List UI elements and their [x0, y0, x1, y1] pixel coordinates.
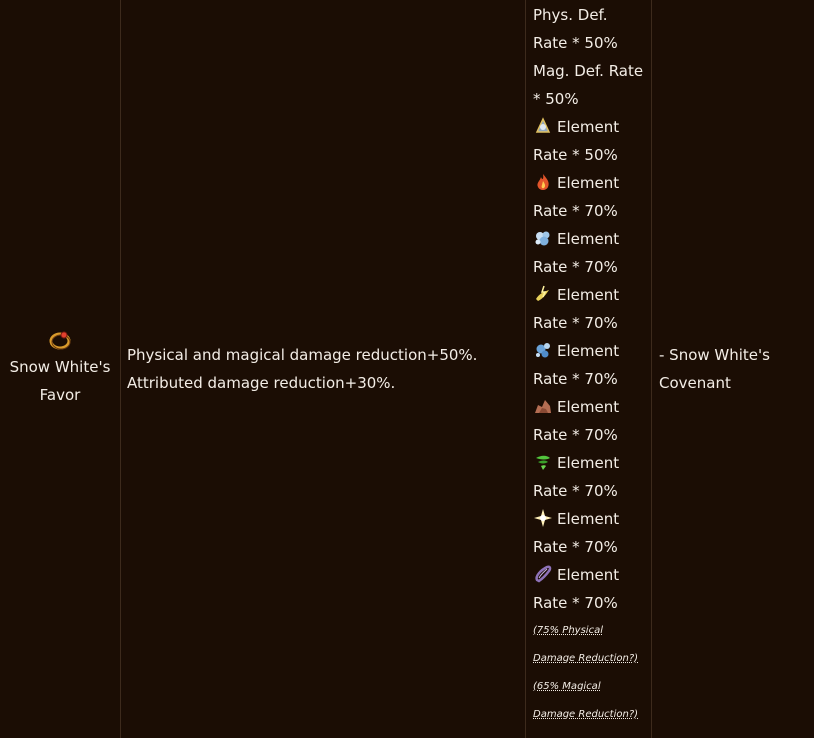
element-line: Element — [533, 281, 645, 309]
element-rate: Rate * 70% — [533, 370, 618, 388]
element-label: Element — [557, 454, 620, 472]
dark-element-icon — [535, 565, 552, 583]
stat-line: * 50% — [533, 90, 579, 108]
element-label: Element — [557, 118, 620, 136]
ice-element-icon — [536, 343, 550, 358]
reduction-note: (75% Physical — [533, 625, 603, 636]
stat-line: Phys. Def. — [533, 6, 608, 24]
neutral-element-icon — [535, 117, 551, 133]
element-line: Element — [533, 337, 645, 365]
item-effects-table: Snow White's Favor Physical and magical … — [0, 0, 814, 738]
holy-element-icon — [534, 509, 552, 527]
source-line-1: - Snow White's — [659, 346, 770, 364]
element-rate: Rate * 70% — [533, 538, 618, 556]
element-line: Element — [533, 393, 645, 421]
reduction-note: (65% Magical — [533, 681, 601, 692]
element-rate: Rate * 70% — [533, 426, 618, 444]
reduction-note: Damage Reduction?) — [533, 709, 639, 720]
element-label: Element — [557, 342, 620, 360]
item-name-line-1: Snow White's — [9, 358, 111, 376]
element-line: Element — [533, 225, 645, 253]
stat-line: Mag. Def. Rate — [533, 62, 644, 80]
element-label: Element — [557, 174, 620, 192]
description-line-1: Physical and magical damage reduction+50… — [127, 346, 478, 364]
element-rate: Rate * 70% — [533, 314, 618, 332]
element-label: Element — [557, 286, 620, 304]
element-rate: Rate * 70% — [533, 258, 618, 276]
element-line: Element — [533, 561, 645, 589]
poison-element-icon — [536, 455, 550, 470]
element-label: Element — [557, 566, 620, 584]
element-rate: Rate * 50% — [533, 146, 618, 164]
element-line: Element — [533, 505, 645, 533]
element-label: Element — [557, 510, 620, 528]
description-line-2: Attributed damage reduction+30%. — [127, 374, 396, 392]
item-name-cell: Snow White's Favor — [0, 0, 121, 738]
element-line: Element — [533, 449, 645, 477]
element-rate: Rate * 70% — [533, 594, 618, 612]
element-line: Element — [533, 169, 645, 197]
fire-element-icon — [537, 174, 549, 190]
element-rate: Rate * 70% — [533, 202, 618, 220]
reduction-note: Damage Reduction?) — [533, 653, 639, 664]
stat-line: Rate * 50% — [533, 34, 618, 52]
item-name-line-2: Favor — [39, 386, 81, 404]
element-rate: Rate * 70% — [533, 482, 618, 500]
item-source-cell: - Snow White's Covenant — [652, 0, 814, 738]
element-label: Element — [557, 398, 620, 416]
water-element-icon — [535, 231, 550, 246]
wind-element-icon — [536, 285, 549, 301]
element-label: Element — [557, 230, 620, 248]
element-line: Element — [533, 113, 645, 141]
item-description-cell: Physical and magical damage reduction+50… — [121, 0, 526, 738]
source-line-2: Covenant — [659, 374, 731, 392]
earth-element-icon — [535, 400, 551, 413]
ring-icon — [49, 331, 71, 350]
item-stats-cell: Phys. Def. Rate * 50% Mag. Def. Rate * 5… — [526, 0, 652, 738]
